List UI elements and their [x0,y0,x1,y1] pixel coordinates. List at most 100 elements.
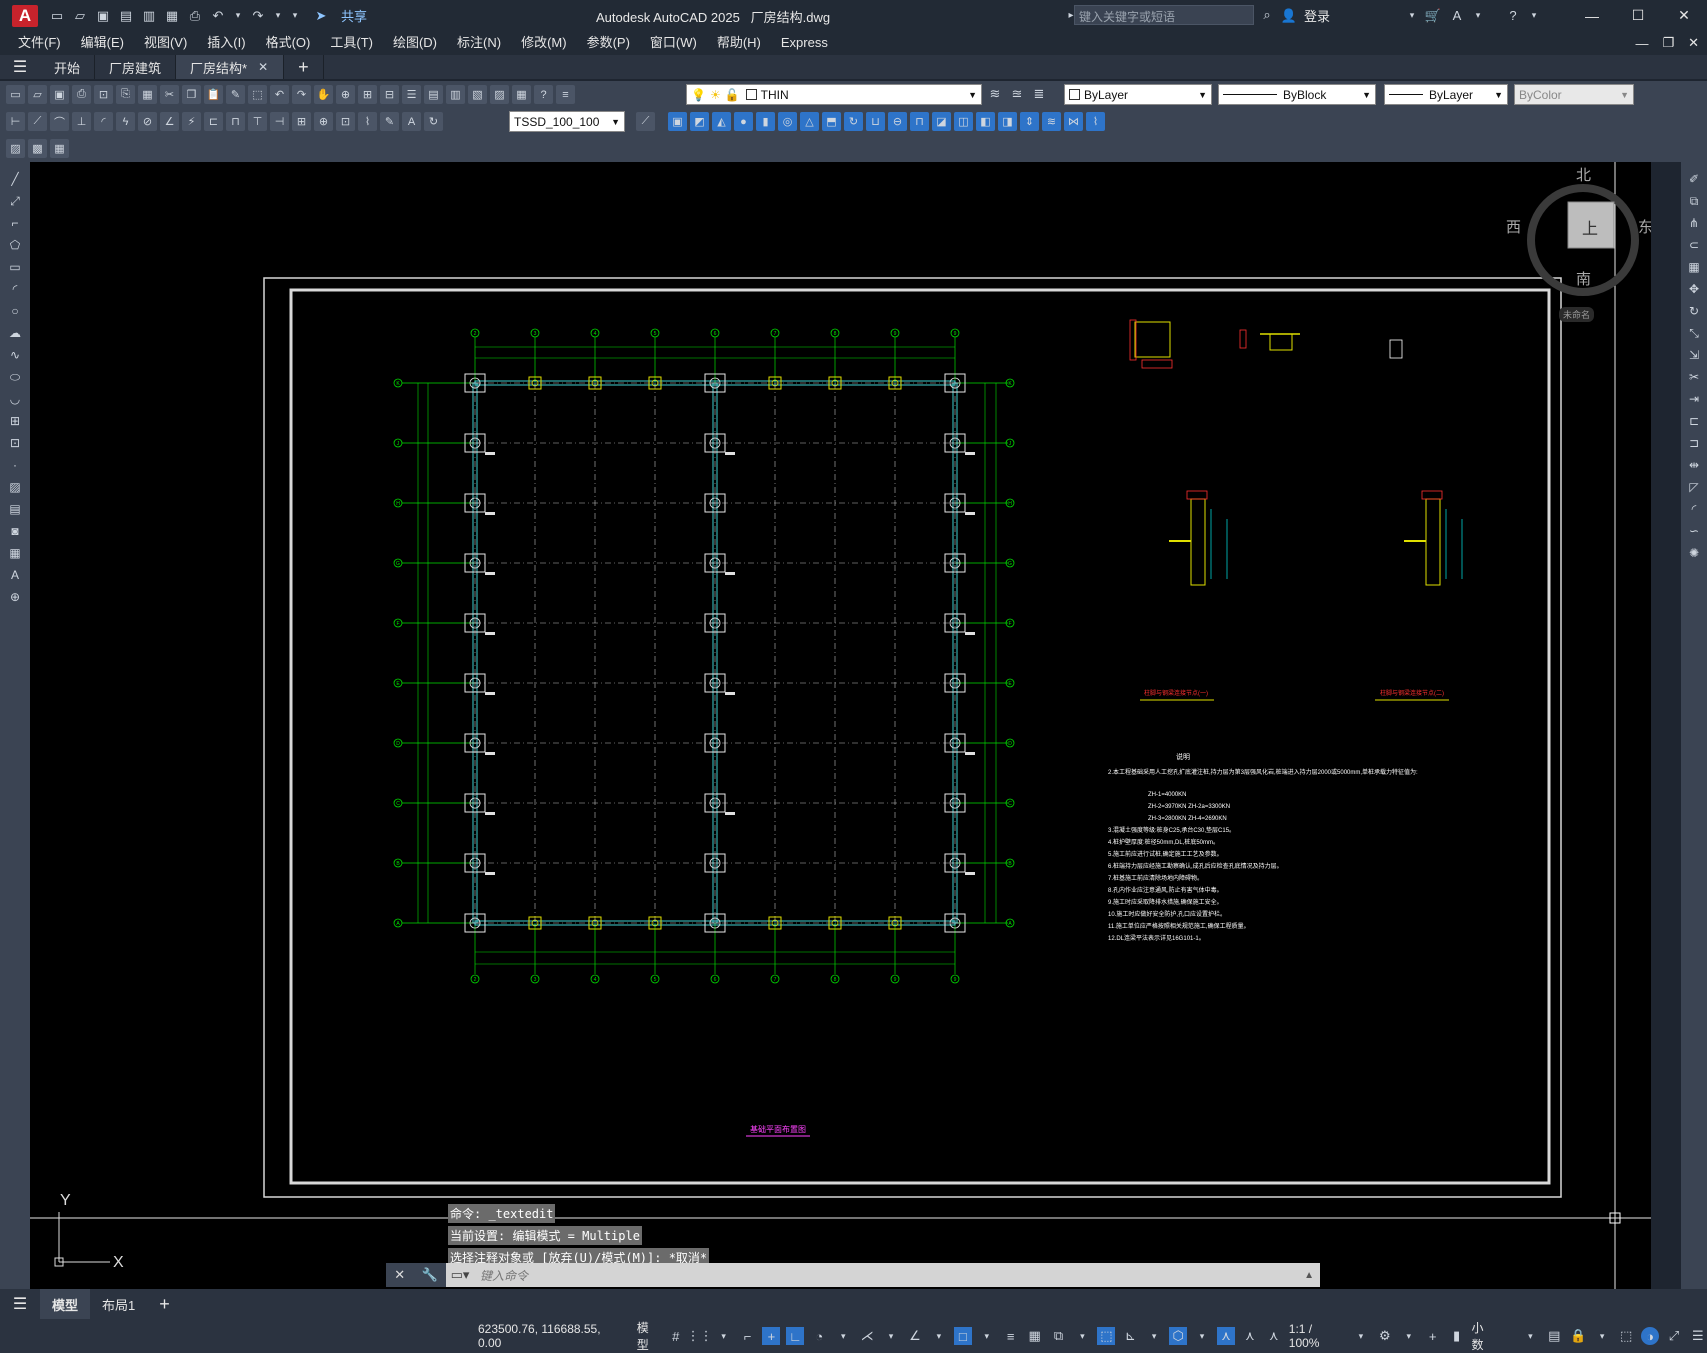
menu-tools[interactable]: 工具(T) [320,31,383,55]
cart-icon[interactable]: 🛒 [1424,7,1442,25]
help-icon[interactable]: ? [1504,7,1522,25]
new-tab-button[interactable]: + [284,55,324,79]
menu-parametric[interactable]: 参数(P) [577,31,640,55]
layer-dropdown[interactable]: 💡 ☀ 🔓 THIN ▼ [686,84,982,105]
polar-dropdown-icon[interactable]: ▾ [834,1327,852,1345]
doc-close-icon[interactable]: ✕ [1688,35,1699,51]
viewcube-east[interactable]: 东 [1638,216,1651,237]
zoom-window-icon[interactable]: ⊞ [358,85,377,104]
search-icon[interactable]: ⌕ [1258,6,1276,24]
share-icon[interactable]: ➤ [312,7,330,25]
coordinates-readout[interactable]: 623500.76, 116688.55, 0.00 [478,1322,627,1350]
menu-edit[interactable]: 编辑(E) [71,31,134,55]
tolerance-icon[interactable]: ⊞ [292,112,311,131]
wcs-menu[interactable]: 未命名 [1559,307,1595,322]
inspect-icon[interactable]: ⊡ [336,112,355,131]
snap-dropdown-icon[interactable]: ▾ [715,1327,733,1345]
export-icon[interactable]: ▦ [163,7,181,25]
layer-properties-icon[interactable]: ≡ [556,85,575,104]
layout-menu-icon[interactable]: ☰ [0,1289,40,1319]
clean-screen-icon[interactable]: ⤢ [1665,1327,1683,1345]
dim-edit-icon[interactable]: ✎ [380,112,399,131]
dim-style-icon[interactable]: ⟋ [636,112,655,131]
command-customize-icon[interactable]: 🔧 [422,1267,438,1283]
menu-dimension[interactable]: 标注(N) [447,31,511,55]
intersect-icon[interactable]: ⊓ [910,112,929,131]
line-icon[interactable]: ╱ [5,170,25,188]
arc-icon[interactable]: ◜ [5,280,25,298]
array-icon[interactable]: ▦ [1684,258,1704,276]
transparency-icon[interactable]: ▦ [1026,1327,1044,1345]
gradient-icon[interactable]: ▤ [5,500,25,518]
3d-osnap-icon[interactable]: ⬚ [1097,1327,1116,1345]
auto-scale-icon[interactable]: ⋏ [1241,1327,1259,1345]
3d-print-icon[interactable]: ▦ [138,85,157,104]
ortho-icon[interactable]: ∟ [786,1327,805,1345]
undo-icon[interactable]: ↶ [209,7,227,25]
menu-draw[interactable]: 绘图(D) [383,31,447,55]
plot-icon-2[interactable]: ⎙ [72,85,91,104]
menu-window[interactable]: 窗口(W) [640,31,707,55]
login-label[interactable]: 登录 [1304,6,1330,25]
offset-icon[interactable]: ⊂ [1684,236,1704,254]
table-icon[interactable]: ▦ [5,544,25,562]
copy-object-icon[interactable]: ⧉ [1684,192,1704,210]
customization-icon[interactable]: ☰ [1689,1327,1707,1345]
object-snap-tracking-icon[interactable]: ∠ [906,1327,924,1345]
file-tabs-menu-icon[interactable]: ☰ [0,55,40,79]
paste-icon[interactable]: 📋 [204,85,223,104]
selection-filter-icon[interactable]: ⬡ [1169,1327,1188,1345]
viewcube-north[interactable]: 北 [1576,164,1591,185]
customize-qat-icon[interactable]: ▾ [289,7,301,25]
helix-icon[interactable]: ⌇ [1086,112,1105,131]
dynamic-ucs-icon[interactable]: ⊾ [1121,1327,1139,1345]
tab-close-icon[interactable]: ✕ [257,58,269,76]
center-mark-icon[interactable]: ⊕ [314,112,333,131]
make-current-icon[interactable]: ≋ [986,85,1004,103]
dim-text-edit-icon[interactable]: A [402,112,421,131]
infer-constraints-icon[interactable]: ⌐ [739,1327,757,1345]
dimstyle-dropdown[interactable]: TSSD_100_100 ▼ [509,111,625,132]
continue-dim-icon[interactable]: ⊓ [226,112,245,131]
recent-commands-icon[interactable]: ▭▾ [446,1266,474,1284]
units-icon[interactable]: ▮ [1448,1327,1466,1345]
doc-restore-icon[interactable]: ❐ [1662,35,1674,51]
quick-properties-icon[interactable]: ▤ [1545,1327,1563,1345]
cut-icon[interactable]: ✂ [160,85,179,104]
annotation-visibility-icon[interactable]: ⋏ [1217,1327,1235,1345]
model-space-toggle[interactable]: 模型 [637,1319,661,1353]
search-input[interactable]: 键入关键字或短语 [1074,5,1254,25]
quick-dim-icon[interactable]: ⚡ [182,112,201,131]
properties-icon[interactable]: ☰ [402,85,421,104]
lights-icon[interactable]: ▦ [50,139,69,158]
command-close-icon[interactable]: ✕ [394,1267,405,1283]
tab-model[interactable]: 模型 [40,1289,91,1319]
3d-cone-icon[interactable]: ◭ [712,112,731,131]
arc-length-icon[interactable]: ⌒ [50,112,69,131]
menu-view[interactable]: 视图(V) [134,31,197,55]
ellipse-arc-icon[interactable]: ◡ [5,390,25,408]
extrude-icon[interactable]: ⬒ [822,112,841,131]
osnap-tracking-dropdown-icon[interactable]: ▾ [930,1327,948,1345]
revolve-icon[interactable]: ↻ [844,112,863,131]
trim-icon[interactable]: ✂ [1684,368,1704,386]
materials-icon[interactable]: ▩ [28,139,47,158]
minimize-icon[interactable]: — [1569,0,1615,31]
3d-wedge-icon[interactable]: ◩ [690,112,709,131]
redo-icon-2[interactable]: ↷ [292,85,311,104]
3d-torus-icon[interactable]: ◎ [778,112,797,131]
diameter-dim-icon[interactable]: ⊘ [138,112,157,131]
jogged-dim-icon[interactable]: ϟ [116,112,135,131]
dynamic-input-icon[interactable]: + [762,1327,781,1345]
region-icon[interactable]: ◙ [5,522,25,540]
subtract-icon[interactable]: ⊖ [888,112,907,131]
chamfer-icon[interactable]: ◸ [1684,478,1704,496]
menu-modify[interactable]: 修改(M) [511,31,577,55]
scale-dropdown-icon[interactable]: ▾ [1352,1327,1370,1345]
filter-dropdown-icon[interactable]: ▾ [1193,1327,1211,1345]
scale-icon[interactable]: ⤡ [1684,324,1704,342]
lock-dropdown-icon[interactable]: ▾ [1593,1327,1611,1345]
snap-icon[interactable]: ⋮⋮ [687,1327,713,1345]
preview-icon[interactable]: ⊡ [94,85,113,104]
lineweight-dropdown[interactable]: ByLayer ▼ [1384,84,1508,105]
